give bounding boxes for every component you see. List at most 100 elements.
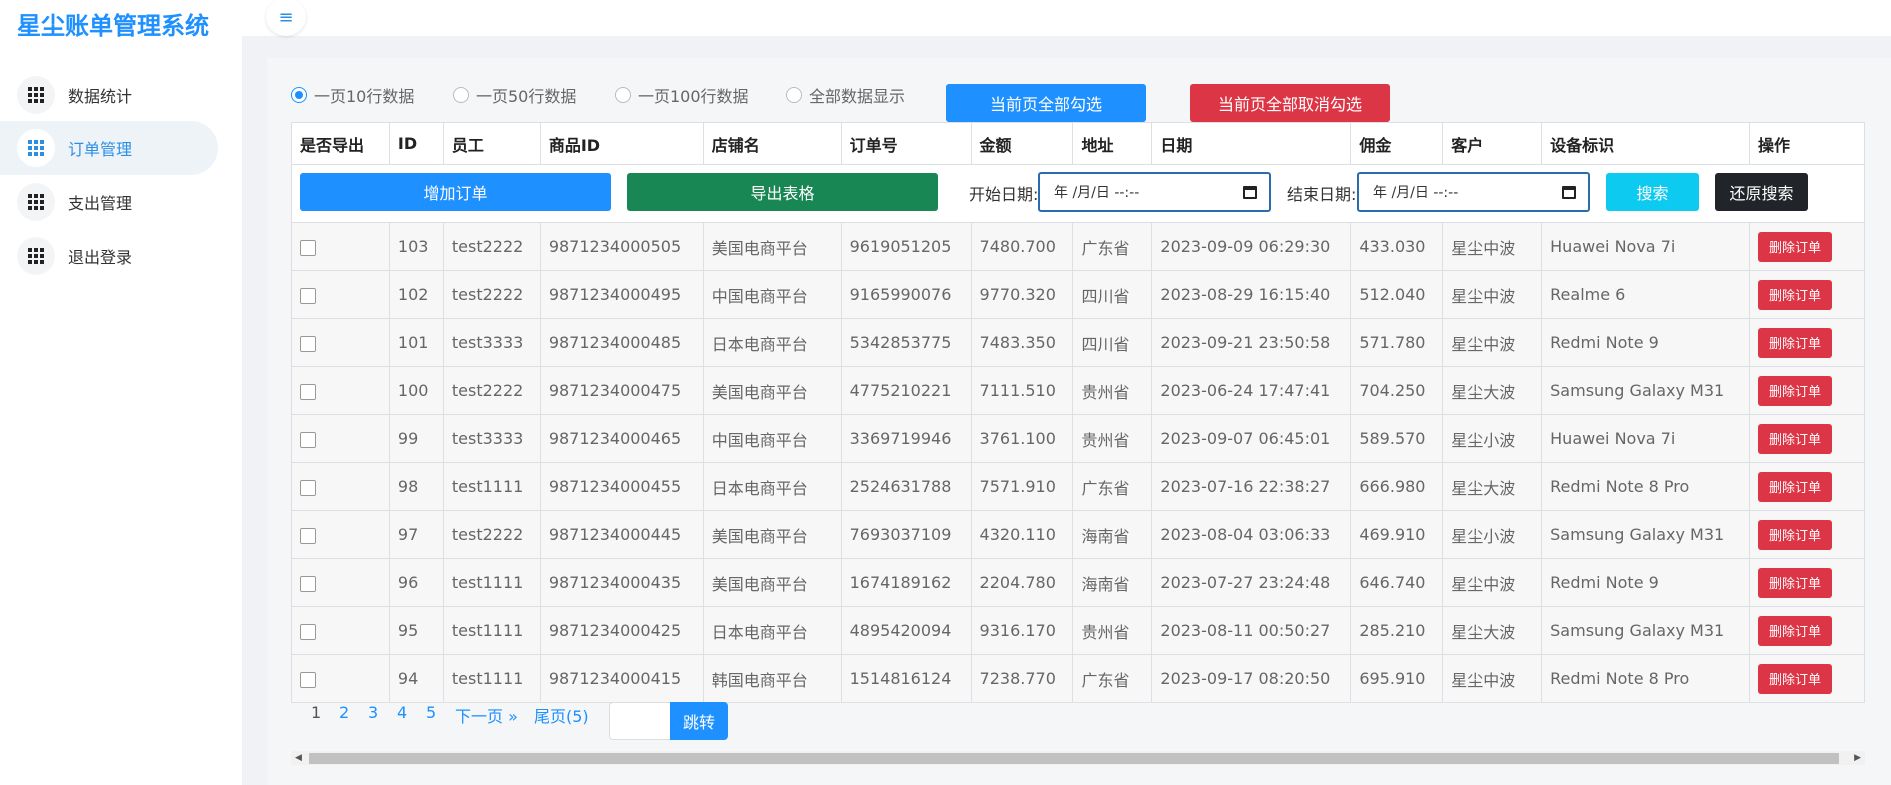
end-date-input[interactable]: 年 /月/日 --:--: [1357, 172, 1590, 212]
table-cell: 2023-09-21 23:50:58: [1151, 318, 1352, 367]
page-size-100-option[interactable]: 一页100行数据: [615, 84, 749, 106]
next-page-link[interactable]: 下一页 »: [455, 703, 518, 726]
table-cell: 星尘中波: [1442, 222, 1543, 271]
table-cell: Samsung Galaxy M31: [1541, 366, 1751, 415]
table-cell: 海南省: [1072, 510, 1153, 559]
column-header: 佣金: [1350, 122, 1444, 165]
page-link-3[interactable]: 3: [368, 703, 378, 725]
page-link-2[interactable]: 2: [339, 703, 349, 725]
table-cell: Huawei Nova 7i: [1541, 414, 1751, 463]
deselect-all-button[interactable]: 当前页全部取消勾选: [1190, 84, 1390, 122]
export-checkbox[interactable]: [300, 671, 316, 688]
action-cell: 删除订单: [1749, 654, 1865, 703]
table-cell: 星尘中波: [1442, 318, 1543, 367]
export-checkbox[interactable]: [300, 431, 316, 448]
start-date-input[interactable]: 年 /月/日 --:--: [1038, 172, 1271, 212]
page-size-50-option[interactable]: 一页50行数据: [453, 84, 576, 106]
calendar-icon[interactable]: [1562, 186, 1576, 199]
page-size-10-option[interactable]: 一页10行数据: [291, 84, 414, 106]
jump-page-input[interactable]: [609, 702, 673, 740]
delete-order-button[interactable]: 删除订单: [1758, 471, 1833, 502]
table-cell: 中国电商平台: [702, 414, 842, 463]
add-order-button[interactable]: 增加订单: [300, 173, 611, 211]
top-bar: [242, 0, 1891, 36]
table-cell: 2023-07-16 22:38:27: [1151, 462, 1352, 511]
table-cell: 94: [388, 654, 444, 703]
delete-order-button[interactable]: 删除订单: [1758, 327, 1833, 358]
delete-order-button[interactable]: 删除订单: [1758, 615, 1833, 646]
table-cell: 96: [388, 558, 444, 607]
delete-order-button[interactable]: 删除订单: [1758, 279, 1833, 310]
delete-order-button[interactable]: 删除订单: [1758, 375, 1833, 406]
table-cell: 9619051205: [840, 222, 972, 271]
scroll-left-icon[interactable]: ◀: [295, 751, 302, 765]
table-cell: 1674189162: [840, 558, 972, 607]
table-cell: 星尘小波: [1442, 414, 1543, 463]
scroll-thumb[interactable]: [309, 753, 1839, 764]
page-link-5[interactable]: 5: [426, 703, 436, 725]
page-link-4[interactable]: 4: [397, 703, 407, 725]
delete-order-button[interactable]: 删除订单: [1758, 423, 1833, 454]
delete-order-button[interactable]: 删除订单: [1758, 567, 1833, 598]
export-cell: [291, 222, 390, 271]
column-header: ID: [388, 122, 444, 165]
scroll-right-icon[interactable]: ▶: [1854, 751, 1861, 765]
export-checkbox[interactable]: [300, 479, 316, 496]
jump-button[interactable]: 跳转: [670, 702, 728, 740]
table-cell: 四川省: [1072, 270, 1153, 319]
delete-order-button[interactable]: 删除订单: [1758, 519, 1833, 550]
table-cell: 2524631788: [840, 462, 972, 511]
sidebar-item-expenses[interactable]: 支出管理: [0, 175, 218, 229]
last-page-link[interactable]: 尾页(5): [534, 703, 589, 726]
horizontal-scrollbar[interactable]: ◀ ▶: [291, 751, 1865, 765]
table-cell: 9871234000445: [539, 510, 704, 559]
export-checkbox[interactable]: [300, 575, 316, 592]
action-cell: 删除订单: [1749, 270, 1865, 319]
table-cell: 433.030: [1350, 222, 1444, 271]
table-cell: 星尘中波: [1442, 558, 1543, 607]
page-link-1[interactable]: 1: [311, 703, 321, 725]
table-cell: 4775210221: [840, 366, 972, 415]
action-cell: 删除订单: [1749, 414, 1865, 463]
export-cell: [291, 654, 390, 703]
table-cell: 星尘中波: [1442, 654, 1543, 703]
table-cell: Huawei Nova 7i: [1541, 222, 1751, 271]
sidebar-item-label: 数据统计: [68, 87, 133, 106]
export-cell: [291, 366, 390, 415]
delete-order-button[interactable]: 删除订单: [1758, 231, 1833, 262]
export-checkbox[interactable]: [300, 239, 316, 256]
table-cell: 广东省: [1072, 222, 1153, 271]
export-checkbox[interactable]: [300, 623, 316, 640]
export-checkbox[interactable]: [300, 287, 316, 304]
export-checkbox[interactable]: [300, 383, 316, 400]
table-cell: 589.570: [1350, 414, 1444, 463]
radio-button[interactable]: [615, 87, 631, 103]
export-table-button[interactable]: 导出表格: [627, 173, 938, 211]
radio-button[interactable]: [786, 87, 802, 103]
select-all-button[interactable]: 当前页全部勾选: [946, 84, 1146, 122]
table-cell: 1514816124: [840, 654, 972, 703]
export-checkbox[interactable]: [300, 335, 316, 352]
radio-button[interactable]: [291, 87, 307, 103]
table-cell: 星尘大波: [1442, 366, 1543, 415]
grid-icon: [17, 76, 55, 114]
radio-button[interactable]: [453, 87, 469, 103]
calendar-icon[interactable]: [1243, 186, 1257, 199]
export-cell: [291, 414, 390, 463]
table-cell: Samsung Galaxy M31: [1541, 510, 1751, 559]
sidebar-item-orders[interactable]: 订单管理: [0, 121, 218, 175]
page-size-all-option[interactable]: 全部数据显示: [786, 84, 905, 106]
action-cell: 删除订单: [1749, 318, 1865, 367]
delete-order-button[interactable]: 删除订单: [1758, 663, 1833, 694]
search-button[interactable]: 搜索: [1606, 173, 1699, 211]
column-header: 店铺名: [702, 122, 842, 165]
action-cell: 删除订单: [1749, 606, 1865, 655]
table-cell: 512.040: [1350, 270, 1444, 319]
sidebar-item-statistics[interactable]: 数据统计: [0, 68, 218, 122]
table-cell: 98: [388, 462, 444, 511]
table-cell: 2023-09-17 08:20:50: [1151, 654, 1352, 703]
export-checkbox[interactable]: [300, 527, 316, 544]
sidebar-item-logout[interactable]: 退出登录: [0, 229, 218, 283]
action-cell: 删除订单: [1749, 510, 1865, 559]
reset-search-button[interactable]: 还原搜索: [1715, 173, 1808, 211]
